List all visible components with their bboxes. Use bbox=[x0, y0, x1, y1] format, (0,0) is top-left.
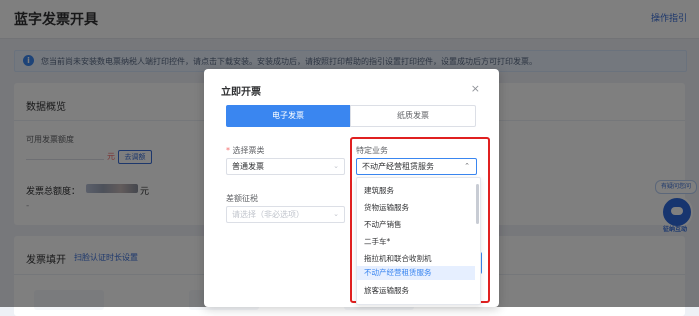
dropdown-option[interactable]: 旅客运输服务 bbox=[357, 284, 475, 298]
diff-tax-placeholder: 请选择（非必选项） bbox=[232, 210, 304, 219]
invoice-type-value: 普通发票 bbox=[232, 162, 264, 171]
chevron-down-icon: ⌄ bbox=[333, 162, 339, 170]
special-business-value: 不动产经营租赁服务 bbox=[362, 162, 434, 171]
tab-paper-invoice[interactable]: 纸质发票 bbox=[350, 105, 476, 127]
dropdown-option[interactable]: 二手车* bbox=[357, 235, 475, 249]
required-mark: * bbox=[226, 146, 230, 155]
dropdown-option[interactable]: 不动产销售 bbox=[357, 218, 475, 232]
tab-electronic-invoice[interactable]: 电子发票 bbox=[226, 105, 350, 127]
dropdown-option[interactable]: 拖拉机和联合收割机 bbox=[357, 252, 475, 266]
dropdown-scrollbar[interactable] bbox=[476, 184, 479, 224]
diff-tax-select[interactable]: 请选择（非必选项） ⌄ bbox=[226, 206, 345, 223]
dropdown-option[interactable]: 货物运输服务 bbox=[357, 201, 475, 215]
diff-tax-label: 差额征税 bbox=[226, 194, 258, 203]
chevron-down-icon: ⌄ bbox=[333, 210, 339, 218]
special-business-select[interactable]: 不动产经营租赁服务 ⌃ bbox=[356, 158, 477, 175]
chevron-up-icon: ⌃ bbox=[464, 162, 470, 170]
invoice-type-label-text: 选择票类 bbox=[232, 146, 265, 155]
invoice-type-label: * 选择票类 bbox=[226, 145, 265, 156]
special-business-label: 特定业务 bbox=[356, 146, 388, 155]
close-icon[interactable]: × bbox=[471, 82, 480, 95]
dropdown-option[interactable]: 建筑服务 bbox=[357, 184, 475, 198]
special-business-dropdown: 建筑服务 货物运输服务 不动产销售 二手车* 拖拉机和联合收割机 不动产经营租赁… bbox=[356, 177, 481, 305]
invoice-type-select[interactable]: 普通发票 ⌄ bbox=[226, 158, 345, 175]
dropdown-option-selected[interactable]: 不动产经营租赁服务 bbox=[357, 266, 475, 280]
dialog-title: 立即开票 bbox=[221, 87, 261, 98]
